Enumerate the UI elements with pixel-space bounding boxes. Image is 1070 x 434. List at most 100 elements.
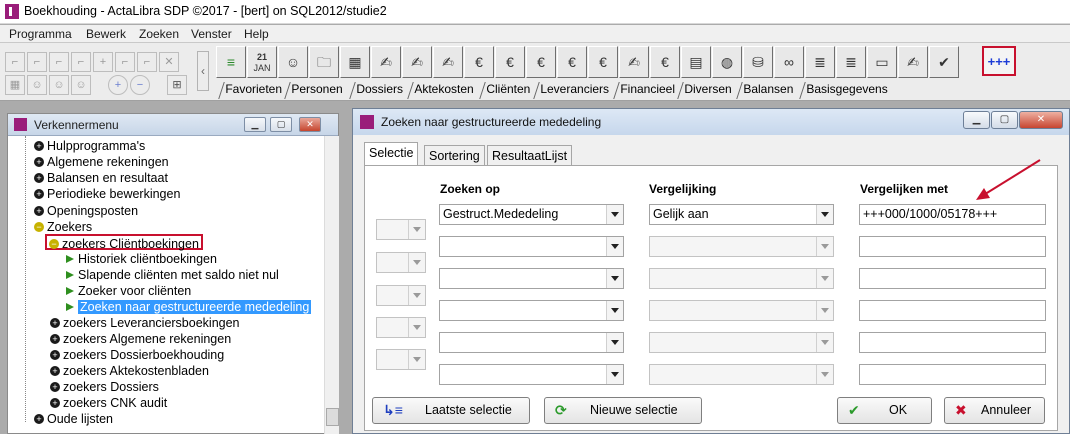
expand-icon[interactable]: + [34, 188, 44, 199]
expand-icon[interactable]: + [50, 381, 60, 392]
expand-icon[interactable]: + [34, 140, 44, 151]
expand-icon[interactable]: + [50, 397, 60, 408]
euro-document-icon[interactable]: € [464, 46, 494, 78]
menu-programma[interactable]: Programma [9, 27, 72, 41]
collapse-icon[interactable]: − [34, 221, 44, 232]
tab-personen[interactable]: Personen [284, 82, 349, 99]
draw-tool-icon[interactable]: + [93, 52, 113, 72]
list-document-icon[interactable]: ≣ [805, 46, 835, 78]
zoom-in-icon[interactable]: + [108, 75, 128, 95]
cancel-button[interactable]: ✖ Annuleer [944, 397, 1045, 424]
expand-icon[interactable]: + [50, 317, 60, 328]
grid-tool-icon[interactable]: ▦ [5, 75, 25, 95]
tree-item[interactable]: + Periodieke bewerkingen [34, 186, 180, 202]
expand-icon[interactable]: + [34, 156, 44, 167]
chevron-down-icon[interactable] [408, 350, 425, 369]
operator-select[interactable] [376, 219, 426, 240]
new-selection-button[interactable]: ⟳ Nieuwe selectie [544, 397, 702, 424]
draw-tool-icon[interactable]: ⌐ [49, 52, 69, 72]
tree-item[interactable]: + Algemene rekeningen [34, 154, 169, 170]
menu-help[interactable]: Help [244, 27, 269, 41]
tree-item[interactable]: + zoekers Algemene rekeningen [50, 331, 231, 347]
vertical-scrollbar[interactable] [324, 136, 339, 434]
draw-tool-icon[interactable]: ⌐ [115, 52, 135, 72]
chevron-down-icon[interactable] [606, 237, 623, 256]
tab-selectie[interactable]: Selectie [364, 142, 419, 166]
structured-message-button[interactable]: +++ [982, 46, 1016, 76]
search-field-select[interactable] [439, 364, 624, 385]
compare-value-input[interactable] [859, 300, 1046, 321]
chevron-down-icon[interactable] [816, 269, 833, 288]
chevron-down-icon[interactable] [606, 205, 623, 224]
expand-icon[interactable]: + [50, 333, 60, 344]
tree-item[interactable]: − Zoekers [34, 219, 92, 235]
tab-sortering[interactable]: Sortering [424, 145, 485, 165]
close-icon[interactable]: ✕ [1019, 111, 1063, 129]
tree-item[interactable]: + Hulpprogramma's [34, 138, 145, 154]
minimize-icon[interactable]: ▁ [963, 111, 990, 129]
person-icon[interactable]: ☺ [278, 46, 308, 78]
menu-zoeken[interactable]: Zoeken [139, 27, 179, 41]
comparison-select[interactable] [649, 268, 834, 289]
document-icon[interactable]: ✍ [619, 46, 649, 78]
chevron-down-icon[interactable] [816, 365, 833, 384]
tab-aktekosten[interactable]: Aktekosten [407, 82, 480, 99]
chevron-down-icon[interactable] [606, 365, 623, 384]
search-field-select[interactable] [439, 268, 624, 289]
person-tool-icon[interactable]: ☺ [27, 75, 47, 95]
draw-tool-icon[interactable]: ⌐ [5, 52, 25, 72]
zoom-out-icon[interactable]: − [130, 75, 150, 95]
chevron-down-icon[interactable] [408, 318, 425, 337]
scrollbar-thumb[interactable] [326, 408, 339, 426]
chevron-down-icon[interactable] [816, 237, 833, 256]
toolbar-collapse-handle[interactable]: ‹ [197, 51, 209, 91]
maximize-icon[interactable]: ▢ [991, 111, 1018, 129]
comparison-select[interactable]: Gelijk aan [649, 204, 834, 225]
tree-item[interactable]: Slapende cliënten met saldo niet nul [66, 267, 279, 283]
operator-select[interactable] [376, 285, 426, 306]
operator-select[interactable] [376, 349, 426, 370]
binoculars-icon[interactable]: ∞ [774, 46, 804, 78]
person-tool-icon[interactable]: ☺ [71, 75, 91, 95]
document-icon[interactable]: ✍ [402, 46, 432, 78]
document-icon[interactable]: ✍ [371, 46, 401, 78]
tree-item[interactable]: + zoekers Aktekostenbladen [50, 363, 209, 379]
tree-item[interactable]: Zoeker voor cliënten [66, 283, 191, 299]
tree-item[interactable]: + zoekers Leveranciersboekingen [50, 315, 240, 331]
operator-select[interactable] [376, 317, 426, 338]
checklist-icon[interactable]: ✔ [929, 46, 959, 78]
comparison-select[interactable] [649, 300, 834, 321]
database-icon[interactable]: ⛁ [743, 46, 773, 78]
chevron-down-icon[interactable] [816, 205, 833, 224]
tab-resultaatlijst[interactable]: ResultaatLijst [487, 145, 573, 165]
draw-tool-icon[interactable]: ✕ [159, 52, 179, 72]
tab-dossiers[interactable]: Dossiers [349, 82, 409, 99]
chevron-down-icon[interactable] [408, 253, 425, 272]
menu-bewerk[interactable]: Bewerk [86, 27, 126, 41]
tab-basisgegevens[interactable]: Basisgegevens [799, 82, 894, 99]
tab-clienten[interactable]: Cliënten [479, 82, 536, 99]
tree-item[interactable]: + Balansen en resultaat [34, 170, 168, 186]
tab-balansen[interactable]: Balansen [736, 82, 799, 99]
tab-leveranciers[interactable]: Leveranciers [533, 82, 615, 99]
chevron-down-icon[interactable] [408, 220, 425, 239]
euro-document-icon[interactable]: € [588, 46, 618, 78]
compare-value-input[interactable] [859, 332, 1046, 353]
document-icon[interactable]: ✍ [898, 46, 928, 78]
tree-item-zoekers-clientboekingen[interactable]: − zoekers Cliëntboekingen [45, 234, 203, 251]
compare-value-input[interactable] [859, 236, 1046, 257]
search-field-select[interactable] [439, 236, 624, 257]
last-selection-button[interactable]: ↳≡ Laatste selectie [372, 397, 530, 424]
comparison-select[interactable] [649, 236, 834, 257]
close-icon[interactable]: ✕ [299, 117, 321, 132]
chevron-down-icon[interactable] [408, 286, 425, 305]
calculator-icon[interactable]: ▦ [340, 46, 370, 78]
expand-icon[interactable]: + [34, 413, 44, 424]
minimize-icon[interactable]: ▁ [244, 117, 266, 132]
draw-tool-icon[interactable]: ⌐ [137, 52, 157, 72]
search-field-select[interactable] [439, 332, 624, 353]
tab-financieel[interactable]: Financieel [613, 82, 681, 99]
calendar-icon[interactable]: 21 JAN [247, 46, 277, 78]
tab-diversen[interactable]: Diversen [677, 82, 738, 99]
euro-document-icon[interactable]: € [495, 46, 525, 78]
